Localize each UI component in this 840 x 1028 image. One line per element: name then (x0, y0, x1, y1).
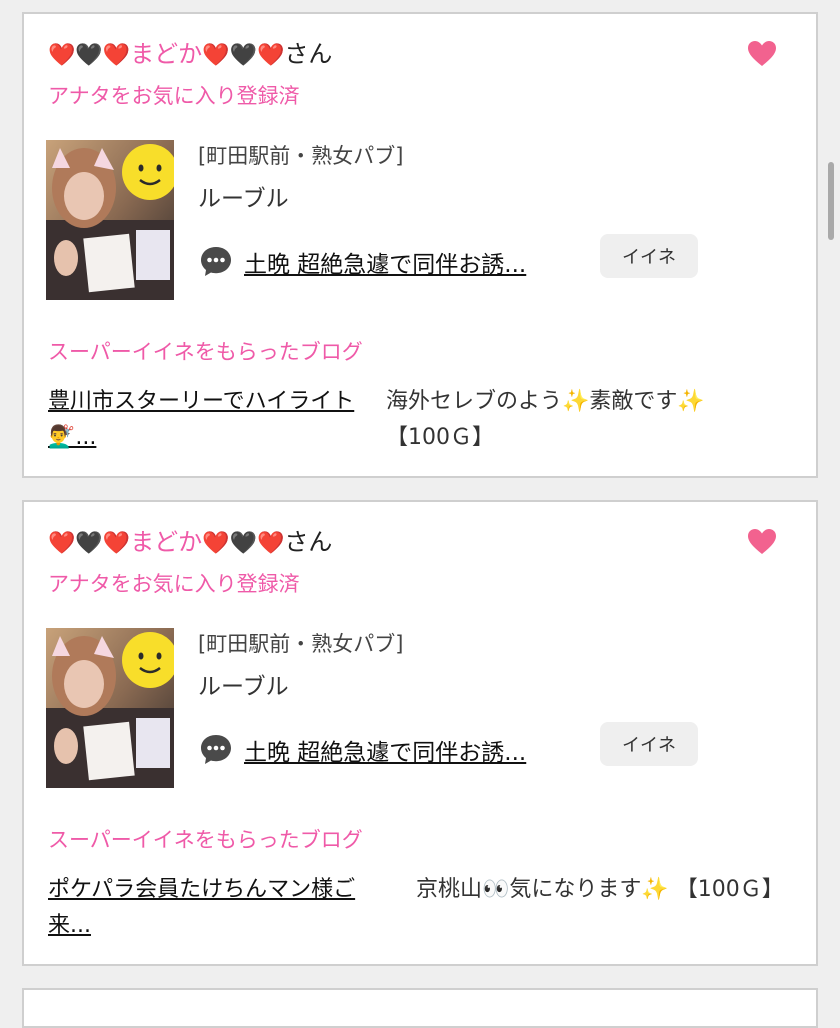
name-suffix-hearts: ❤️🖤❤️ (202, 531, 285, 556)
shop-area: [町田駅前・熟女パブ] (198, 144, 404, 168)
name-text: まどか (130, 528, 203, 556)
girl-photo[interactable] (46, 140, 174, 300)
favorite-status: アナタをお気に入り登録済 (48, 572, 300, 596)
girl-card: ❤️🖤❤️まどか❤️🖤❤️さん アナタをお気に入り登録済 [町田駅前・熟女パブ]… (22, 500, 818, 966)
shop-name[interactable]: ルーブル (198, 179, 289, 213)
super-iine-label: スーパーイイネをもらったブログ (48, 828, 363, 852)
chat-bubble-icon (201, 247, 231, 276)
iine-button[interactable]: イイネ (600, 234, 698, 278)
shop-name[interactable]: ルーブル (198, 667, 289, 701)
super-iine-label: スーパーイイネをもらったブログ (48, 340, 363, 364)
girl-name[interactable]: ❤️🖤❤️まどか❤️🖤❤️さん (48, 524, 332, 562)
favorite-status: アナタをお気に入り登録済 (48, 84, 300, 108)
heart-icon[interactable] (746, 526, 778, 558)
blog-comment: 京桃山👀気になります✨ 【100Ｇ】 (416, 877, 784, 902)
name-suffix-hearts: ❤️🖤❤️ (202, 43, 285, 68)
name-prefix-hearts: ❤️🖤❤️ (48, 43, 131, 68)
girl-name[interactable]: ❤️🖤❤️まどか❤️🖤❤️さん (48, 36, 332, 74)
name-text: まどか (130, 40, 203, 68)
name-honorific: さん (284, 528, 333, 556)
heart-icon[interactable] (746, 38, 778, 70)
shop-area: [町田駅前・熟女パブ] (198, 632, 404, 656)
chat-bubble-icon (201, 735, 231, 764)
girl-card-partial (22, 988, 818, 1028)
message-link[interactable]: 土晩 超絶急遽で同伴お誘... (244, 733, 526, 767)
girl-photo[interactable] (46, 628, 174, 788)
name-prefix-hearts: ❤️🖤❤️ (48, 531, 131, 556)
blog-title-link[interactable]: 豊川市スターリーでハイライト💇‍♂️... (48, 384, 384, 456)
scrollbar[interactable] (828, 162, 834, 240)
name-honorific: さん (284, 40, 333, 68)
iine-button[interactable]: イイネ (600, 722, 698, 766)
blog-title-link[interactable]: ポケパラ会員たけちんマン様ご来... (48, 872, 384, 944)
message-link[interactable]: 土晩 超絶急遽で同伴お誘... (244, 245, 526, 279)
blog-comment: 海外セレブのよう✨素敵です✨【100Ｇ】 (386, 389, 705, 450)
girl-card: ❤️🖤❤️まどか❤️🖤❤️さん アナタをお気に入り登録済 [町田駅前・熟女パブ]… (22, 12, 818, 478)
